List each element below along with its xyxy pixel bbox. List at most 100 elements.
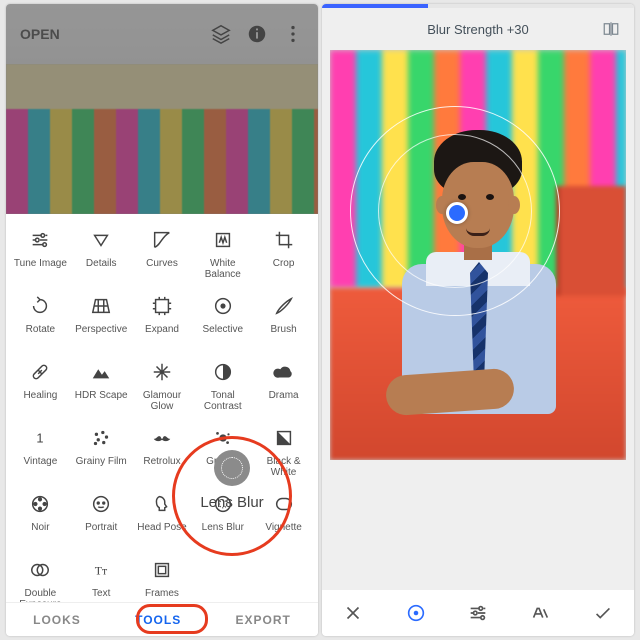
tool-label: Black & White xyxy=(267,456,301,478)
tool-details[interactable]: Details xyxy=(71,224,132,288)
tool-label: Selective xyxy=(203,324,244,335)
compare-icon[interactable] xyxy=(602,20,620,38)
tool-healing[interactable]: Healing xyxy=(10,356,71,420)
aperture-dots-icon xyxy=(211,492,235,516)
tool-noir[interactable]: Noir xyxy=(10,488,71,552)
lens-blur-editor-screen: Blur Strength +30 xyxy=(322,4,634,636)
tool-glamour-glow[interactable]: Glamour Glow xyxy=(132,356,193,420)
tool-vintage[interactable]: 1 Vintage xyxy=(10,422,71,486)
tool-expand[interactable]: Expand xyxy=(132,290,193,354)
tool-hdr-scape[interactable]: HDR Scape xyxy=(71,356,132,420)
tool-label: Healing xyxy=(23,390,57,401)
tool-drama[interactable]: Drama xyxy=(253,356,314,420)
cloud-icon xyxy=(272,360,296,384)
more-vert-icon[interactable] xyxy=(282,23,304,45)
brush-icon xyxy=(272,294,296,318)
sparkle-icon xyxy=(150,360,174,384)
focus-shape-button[interactable] xyxy=(403,600,429,626)
tool-label: Lens Blur xyxy=(202,522,244,533)
tab-export[interactable]: EXPORT xyxy=(224,609,303,631)
tool-label: Drama xyxy=(269,390,299,401)
tools-grid: Tune Image Details Curves White Balance … xyxy=(6,214,318,602)
mountain-icon xyxy=(89,360,113,384)
tool-label: Crop xyxy=(273,258,295,269)
tool-tonal-contrast[interactable]: Tonal Contrast xyxy=(192,356,253,420)
tool-vignette[interactable]: Vignette xyxy=(253,488,314,552)
splatter-icon xyxy=(211,426,235,450)
vintage-numeral-icon: 1 xyxy=(28,426,52,450)
tool-label: Head Pose xyxy=(137,522,186,533)
tool-label: Noir xyxy=(31,522,49,533)
tool-perspective[interactable]: Perspective xyxy=(71,290,132,354)
film-reel-icon xyxy=(28,492,52,516)
adjust-button[interactable] xyxy=(465,600,491,626)
bandage-icon xyxy=(28,360,52,384)
tool-head-pose[interactable]: Head Pose xyxy=(132,488,193,552)
tab-tools[interactable]: TOOLS xyxy=(123,609,193,631)
tool-label: Vignette xyxy=(265,522,302,533)
close-button[interactable] xyxy=(340,600,366,626)
tool-retrolux[interactable]: Retrolux xyxy=(132,422,193,486)
sliders-icon xyxy=(28,228,52,252)
face-icon xyxy=(89,492,113,516)
styles-button[interactable] xyxy=(527,600,553,626)
vignette-icon xyxy=(272,492,296,516)
tool-label: Rotate xyxy=(26,324,55,335)
tool-label: HDR Scape xyxy=(75,390,128,401)
tool-black-white[interactable]: Black & White xyxy=(253,422,314,486)
svg-text:1: 1 xyxy=(37,431,44,446)
head-icon xyxy=(150,492,174,516)
tools-screen: OPEN Tune Image Details Curves White Bal… xyxy=(6,4,318,636)
tool-tune-image[interactable]: Tune Image xyxy=(10,224,71,288)
tool-label: Text xyxy=(92,588,110,599)
tool-label: Expand xyxy=(145,324,179,335)
tool-label: White Balance xyxy=(205,258,241,280)
rotate-icon xyxy=(28,294,52,318)
grain-icon xyxy=(89,426,113,450)
bw-square-icon xyxy=(272,426,296,450)
image-stage[interactable] xyxy=(322,50,634,590)
tool-lens-blur[interactable]: Lens Blur xyxy=(192,488,253,552)
tool-label: Curves xyxy=(146,258,178,269)
tool-label: Tonal Contrast xyxy=(204,390,242,412)
tab-looks[interactable]: LOOKS xyxy=(21,609,93,631)
tool-label: Grainy Film xyxy=(76,456,127,467)
tool-double-exposure[interactable]: Double Exposure xyxy=(10,554,71,602)
apply-button[interactable] xyxy=(590,600,616,626)
half-circle-icon xyxy=(211,360,235,384)
open-button[interactable]: OPEN xyxy=(20,26,60,42)
bottom-tabs: LOOKS TOOLS EXPORT xyxy=(6,602,318,636)
tool-grunge[interactable]: Grunge xyxy=(192,422,253,486)
target-dot-icon xyxy=(211,294,235,318)
tool-white-balance[interactable]: White Balance xyxy=(192,224,253,288)
wb-icon xyxy=(211,228,235,252)
double-circle-icon xyxy=(28,558,52,582)
mustache-icon xyxy=(150,426,174,450)
tool-brush[interactable]: Brush xyxy=(253,290,314,354)
strength-readout: Blur Strength +30 xyxy=(427,22,529,37)
tool-label: Vintage xyxy=(24,456,58,467)
tool-portrait[interactable]: Portrait xyxy=(71,488,132,552)
frame-icon xyxy=(150,558,174,582)
app-header: OPEN xyxy=(6,4,318,64)
tool-label: Portrait xyxy=(85,522,117,533)
tool-grainy-film[interactable]: Grainy Film xyxy=(71,422,132,486)
perspective-icon xyxy=(89,294,113,318)
layers-icon[interactable] xyxy=(210,23,232,45)
tool-frames[interactable]: Frames xyxy=(132,554,193,602)
blur-center-handle[interactable] xyxy=(446,202,468,224)
tool-label: Details xyxy=(86,258,117,269)
tool-selective[interactable]: Selective xyxy=(192,290,253,354)
tool-crop[interactable]: Crop xyxy=(253,224,314,288)
tool-label: Perspective xyxy=(75,324,127,335)
info-icon[interactable] xyxy=(246,23,268,45)
expand-icon xyxy=(150,294,174,318)
tool-text[interactable]: Tт Text xyxy=(71,554,132,602)
tool-rotate[interactable]: Rotate xyxy=(10,290,71,354)
tool-label: Tune Image xyxy=(14,258,67,269)
text-tt-icon: Tт xyxy=(89,558,113,582)
tool-curves[interactable]: Curves xyxy=(132,224,193,288)
tool-label: Grunge xyxy=(206,456,239,467)
svg-text:Tт: Tт xyxy=(95,564,108,578)
editor-toolbar xyxy=(322,590,634,636)
